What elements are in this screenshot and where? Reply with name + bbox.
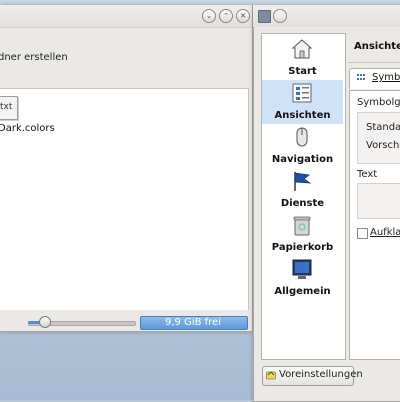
icon-size-heading: Symbolgrö — [357, 97, 400, 108]
category-services[interactable]: Dienste — [262, 168, 343, 212]
page-title: Ansichten — [354, 41, 400, 52]
category-start[interactable]: Start — [262, 36, 343, 80]
restore-defaults-icon — [266, 371, 276, 380]
text-heading: Text — [357, 169, 378, 180]
file-view[interactable] — [0, 88, 249, 310]
category-views[interactable]: Ansichten — [262, 80, 343, 124]
icon-grid-icon — [357, 74, 365, 80]
category-label: Ansichten — [274, 110, 331, 121]
views-icon — [292, 83, 312, 103]
default-size-option[interactable]: Standard — [366, 122, 400, 133]
category-label: Allgemein — [274, 286, 331, 297]
home-icon — [291, 39, 313, 59]
monitor-icon — [292, 259, 312, 279]
category-trash[interactable]: Papierkorb — [262, 212, 343, 256]
expand-checkbox[interactable] — [357, 228, 368, 239]
category-general[interactable]: Allgemein — [262, 256, 343, 300]
icon-size-box — [357, 112, 400, 164]
category-label: Dienste — [280, 198, 325, 209]
minimize-icon[interactable]: ⌄ — [202, 9, 216, 23]
expand-checkbox-label[interactable]: Aufklap — [370, 227, 400, 238]
category-label: Start — [288, 66, 317, 77]
app-menu-icon[interactable] — [258, 10, 271, 23]
close-icon[interactable]: ✕ — [236, 9, 250, 23]
category-navigation[interactable]: Navigation — [262, 124, 343, 168]
trash-icon — [293, 216, 311, 236]
flag-icon — [294, 172, 312, 191]
file-icon-label: txt — [0, 102, 13, 112]
category-label: Papierkorb — [271, 242, 334, 253]
text-settings-box — [357, 183, 400, 219]
mouse-icon — [296, 127, 308, 147]
defaults-button-label[interactable]: Voreinstellungen — [279, 369, 363, 380]
category-label: Navigation — [271, 154, 334, 165]
preview-size-option[interactable]: Vorschau — [366, 140, 400, 151]
maximize-icon[interactable]: ⌃ — [219, 9, 233, 23]
file-name[interactable]: Dark.colors — [0, 123, 55, 134]
zoom-slider-handle[interactable] — [39, 316, 51, 328]
window-menu-icon[interactable] — [273, 9, 287, 23]
create-folder-button[interactable]: dner erstellen — [0, 52, 68, 63]
divider — [348, 62, 400, 63]
tab-label[interactable]: Symbo — [372, 72, 400, 83]
free-space-label: 9,9 GiB frei — [165, 317, 221, 328]
